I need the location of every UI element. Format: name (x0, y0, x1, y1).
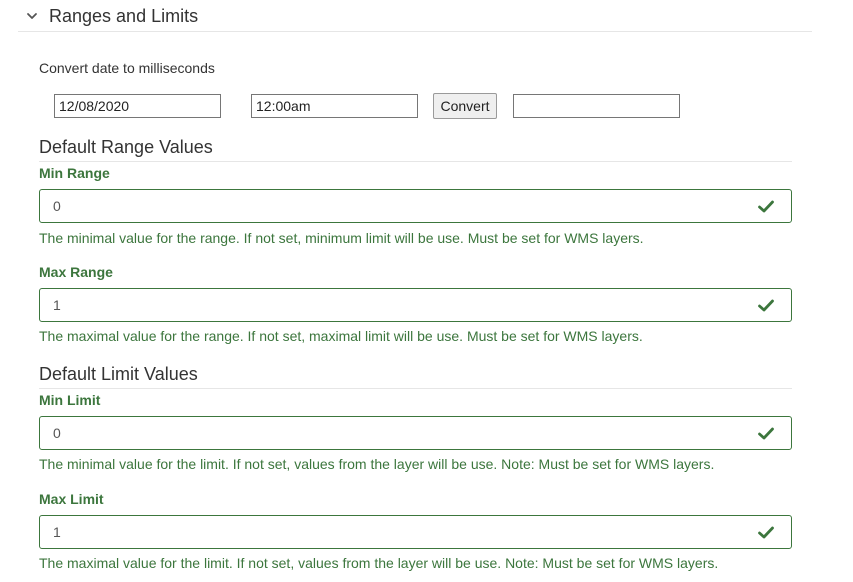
max-range-field[interactable] (39, 288, 792, 322)
min-range-input[interactable] (40, 190, 791, 222)
milliseconds-output-field[interactable] (513, 94, 680, 118)
min-limit-field[interactable] (39, 416, 792, 450)
max-limit-help-text: The maximal value for the limit. If not … (39, 555, 719, 571)
min-range-field[interactable] (39, 189, 792, 223)
min-limit-label: Min Limit (39, 392, 101, 408)
check-icon (758, 200, 774, 213)
max-range-label: Max Range (39, 264, 113, 280)
convert-date-label: Convert date to milliseconds (39, 60, 215, 76)
section-header-ranges-limits[interactable]: Ranges and Limits (18, 0, 812, 32)
max-range-help-text: The maximal value for the range. If not … (39, 328, 643, 344)
chevron-down-icon[interactable] (26, 10, 38, 22)
min-limit-input[interactable] (40, 417, 791, 449)
convert-button[interactable]: Convert (433, 93, 497, 119)
date-input[interactable] (54, 94, 221, 118)
check-icon (758, 427, 774, 440)
max-limit-field[interactable] (39, 515, 792, 549)
time-input[interactable] (251, 94, 418, 118)
section-title: Ranges and Limits (49, 6, 199, 26)
max-limit-input[interactable] (40, 516, 791, 548)
check-icon (758, 299, 774, 312)
min-range-label: Min Range (39, 165, 110, 181)
default-range-heading: Default Range Values (39, 137, 792, 162)
min-limit-help-text: The minimal value for the limit. If not … (39, 456, 715, 472)
default-limit-heading: Default Limit Values (39, 364, 792, 389)
max-limit-label: Max Limit (39, 491, 104, 507)
min-range-help-text: The minimal value for the range. If not … (39, 230, 644, 246)
max-range-input[interactable] (40, 289, 791, 321)
check-icon (758, 526, 774, 539)
